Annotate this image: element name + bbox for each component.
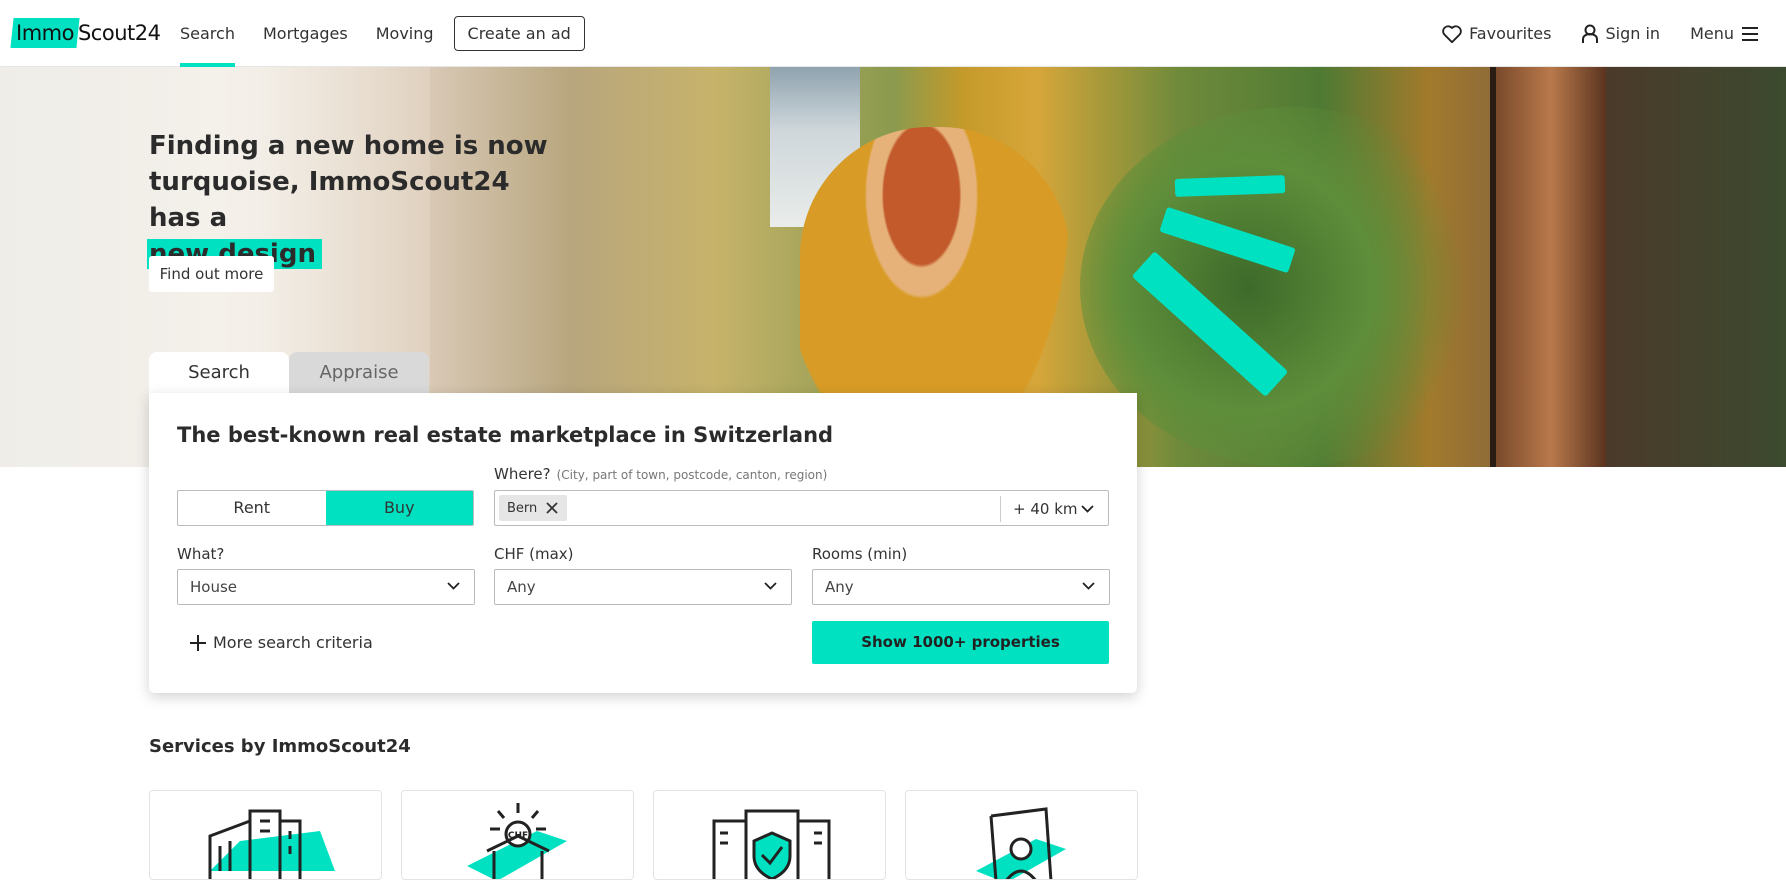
shield-building-icon xyxy=(712,809,831,879)
property-type-select[interactable]: House xyxy=(177,569,475,605)
chevron-down-icon xyxy=(764,582,777,590)
tab-appraise[interactable]: Appraise xyxy=(289,352,429,393)
min-rooms-value: Any xyxy=(825,578,854,596)
hero-headline: Finding a new home is now turquoise, Imm… xyxy=(147,131,548,269)
top-navigation-bar: Immo Scout24 Search Mortgages Moving Crea… xyxy=(0,0,1786,67)
immoscout24-logo[interactable]: Immo Scout24 xyxy=(10,18,161,48)
sign-in-link[interactable]: Sign in xyxy=(1581,24,1660,44)
menu-label: Menu xyxy=(1690,24,1734,43)
location-chip-label: Bern xyxy=(507,500,538,516)
where-hint: (City, part of town, postcode, canton, r… xyxy=(556,468,828,482)
chevron-down-icon xyxy=(1082,582,1095,590)
favourites-link[interactable]: Favourites xyxy=(1441,24,1551,44)
location-input[interactable]: Bern + 40 km xyxy=(494,490,1109,526)
min-rooms-select[interactable]: Any xyxy=(812,569,1110,605)
search-tabs: Search Appraise xyxy=(149,352,429,393)
where-label: Where? (City, part of town, postcode, can… xyxy=(494,465,828,483)
rooms-label: Rooms (min) xyxy=(812,545,908,563)
what-label: What? xyxy=(177,545,225,563)
service-card-3[interactable] xyxy=(653,790,886,880)
rent-option[interactable]: Rent xyxy=(178,491,326,525)
service-card-1[interactable] xyxy=(149,790,382,880)
logo-text-scout24: Scout24 xyxy=(77,21,161,45)
property-type-value: House xyxy=(190,578,238,596)
hamburger-icon xyxy=(1742,26,1758,41)
hero-wood-frame xyxy=(1496,67,1606,467)
buy-option[interactable]: Buy xyxy=(325,491,473,525)
user-icon xyxy=(1582,24,1599,43)
menu-button[interactable]: Menu xyxy=(1690,24,1759,43)
more-search-criteria-button[interactable]: More search criteria xyxy=(189,633,373,652)
more-search-criteria-label: More search criteria xyxy=(213,633,373,652)
portrait-frame-icon xyxy=(976,807,1066,879)
max-price-select[interactable]: Any xyxy=(494,569,792,605)
buildings-icon xyxy=(208,809,335,879)
nav-mortgages[interactable]: Mortgages xyxy=(263,0,348,67)
close-icon[interactable] xyxy=(545,501,559,515)
nav-search[interactable]: Search xyxy=(180,0,235,67)
plus-icon xyxy=(190,634,206,651)
show-properties-button[interactable]: Show 1000+ properties xyxy=(812,621,1109,664)
heart-icon xyxy=(1442,24,1462,43)
create-ad-button[interactable]: Create an ad xyxy=(453,16,585,51)
search-card: The best-known real estate marketplace i… xyxy=(149,393,1137,693)
turquoise-brush-stroke-1 xyxy=(1174,175,1286,197)
chevron-down-icon xyxy=(1081,505,1094,513)
find-out-more-button[interactable]: Find out more xyxy=(149,256,274,292)
rent-buy-toggle: Rent Buy xyxy=(177,490,474,526)
main-nav: Search Mortgages Moving Create an ad xyxy=(180,0,585,67)
sign-in-label: Sign in xyxy=(1605,24,1661,43)
chf-house-icon: CHF xyxy=(467,803,567,879)
radius-select[interactable]: + 40 km xyxy=(1000,496,1108,522)
price-label: CHF (max) xyxy=(494,545,574,563)
favourites-label: Favourites xyxy=(1469,24,1552,43)
services-heading: Services by ImmoScout24 xyxy=(149,736,411,757)
chevron-down-icon xyxy=(447,582,460,590)
user-nav: Favourites Sign in Menu xyxy=(1411,0,1759,67)
search-card-title: The best-known real estate marketplace i… xyxy=(177,423,834,447)
service-card-4[interactable] xyxy=(905,790,1138,880)
service-card-2[interactable]: CHF xyxy=(401,790,634,880)
location-chip: Bern xyxy=(499,495,568,521)
logo-text-immo: Immo xyxy=(16,21,74,45)
hero-copy: Finding a new home is now turquoise, Imm… xyxy=(147,128,549,272)
nav-moving[interactable]: Moving xyxy=(376,0,434,67)
tab-search[interactable]: Search xyxy=(149,352,289,393)
max-price-value: Any xyxy=(507,578,536,596)
radius-value: + 40 km xyxy=(1013,500,1078,518)
